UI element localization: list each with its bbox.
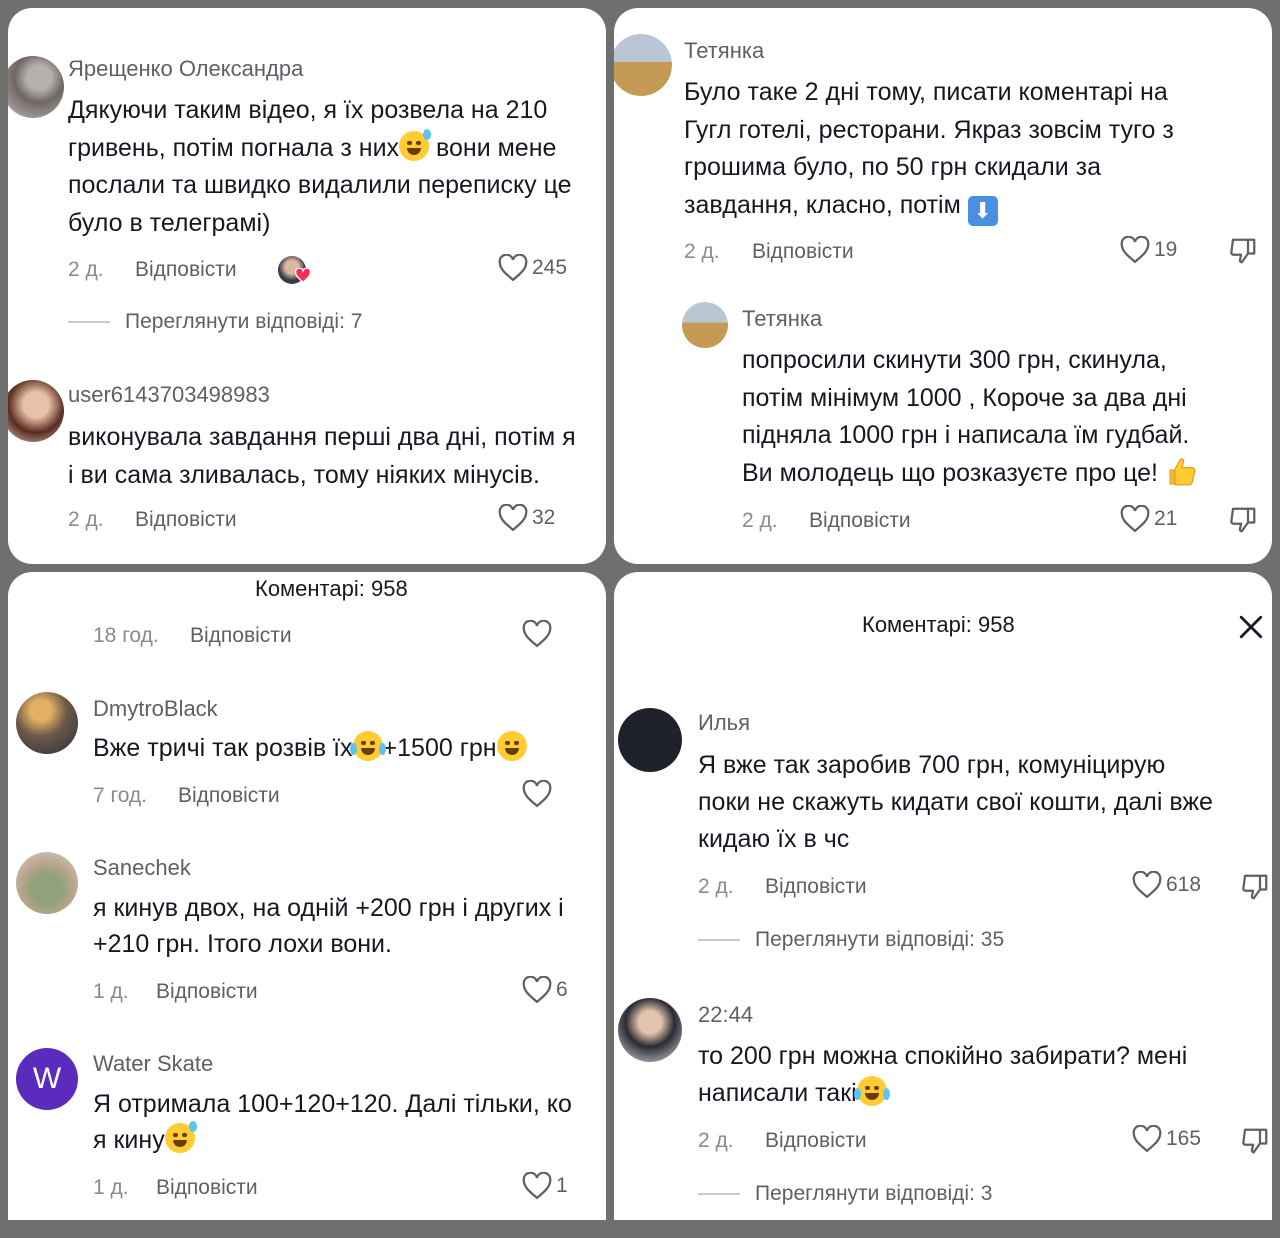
thumb-down-icon[interactable] <box>1240 872 1270 902</box>
tears-of-joy-emoji-icon <box>349 731 386 761</box>
like-count: 32 <box>532 506 556 529</box>
like-count: 6 <box>556 978 568 1001</box>
comment-time: 2 д. <box>698 1129 734 1152</box>
comments-panel-4: Коментарі: 958 Илья Я вже так заробив 70… <box>614 572 1272 1220</box>
close-icon[interactable] <box>1238 614 1264 640</box>
heart-outline-icon <box>498 254 528 282</box>
avatar[interactable] <box>8 380 64 442</box>
like-count: 1 <box>556 1174 568 1197</box>
comment-text: попросили скинути 300 грн, скинула, поті… <box>742 342 1199 492</box>
avatar-letter: W <box>32 1062 62 1095</box>
avatar[interactable] <box>618 708 682 772</box>
heart-outline-icon[interactable] <box>522 620 552 648</box>
reply-button[interactable]: Відповісти <box>190 624 292 648</box>
comment-username[interactable]: Тетянка <box>742 306 822 332</box>
comment-time: 2 д. <box>68 258 104 281</box>
like-count: 245 <box>532 256 568 279</box>
like-count: 618 <box>1166 873 1202 896</box>
comment-text: то 200 грн можна спокійно забирати? мені… <box>698 1042 1188 1107</box>
comment-text: Я отримала 100+120+120. Далі тільки, ко … <box>93 1090 572 1154</box>
comments-panel-3: Коментарі: 958 18 год. Відповісти Dmytro… <box>8 572 606 1220</box>
comment-text: Вже тричі так розвів їх +1500 грн <box>93 730 527 768</box>
sweat-smile-emoji-icon <box>164 1121 197 1153</box>
comment-username[interactable]: Илья <box>698 710 750 736</box>
like-button[interactable]: 1 <box>522 1172 568 1200</box>
comment-time: 7 год. <box>93 784 148 807</box>
thumb-down-icon[interactable] <box>1240 1126 1270 1156</box>
comment-text: Було таке 2 дні тому, писати коментарі н… <box>684 74 1174 226</box>
comment-time: 2 д. <box>698 875 734 898</box>
avatar[interactable] <box>8 56 64 118</box>
like-button[interactable]: 6 <box>522 976 568 1004</box>
comment-username[interactable]: 22:44 <box>698 1002 753 1028</box>
thumb-down-icon[interactable] <box>1228 505 1258 535</box>
like-count: 19 <box>1154 238 1178 261</box>
comment-username[interactable]: Ярещенко Олександра <box>68 56 303 82</box>
view-replies-button[interactable]: Переглянути відповіді: 7 <box>68 310 362 334</box>
comment-text: Дякуючи таким відео, я їх розвела на 210… <box>68 96 572 237</box>
heart-outline-icon <box>1120 505 1150 533</box>
down-arrow-emoji-icon: ⬇ <box>967 195 998 226</box>
heart-outline-icon <box>1120 236 1150 264</box>
heart-outline-icon <box>522 1172 552 1200</box>
comments-count-header: Коментарі: 958 <box>255 576 408 601</box>
comment-text: виконувала завдання перші два дні, потім… <box>68 423 576 489</box>
reply-button[interactable]: Відповісти <box>752 240 854 264</box>
comment-username[interactable]: Water Skate <box>93 1051 213 1077</box>
sweat-smile-emoji-icon <box>399 128 432 161</box>
comment-username[interactable]: Sanechek <box>93 855 191 881</box>
comments-count-header: Коментарі: 958 <box>862 612 1015 637</box>
comment-time: 18 год. <box>93 624 159 647</box>
reply-button[interactable]: Відповісти <box>135 508 237 532</box>
comments-panel-2: Тетянка Було таке 2 дні тому, писати ком… <box>614 8 1272 564</box>
heart-outline-icon <box>1132 871 1162 899</box>
reply-button[interactable]: Відповісти <box>809 509 911 533</box>
like-button[interactable]: 19 <box>1120 236 1177 264</box>
comment-time: 2 д. <box>684 240 720 263</box>
comment-time: 2 д. <box>742 509 778 532</box>
reply-button[interactable]: Відповісти <box>178 784 280 808</box>
comment-time: 2 д. <box>68 508 104 531</box>
heart-outline-icon[interactable] <box>522 780 552 808</box>
comment-username[interactable]: Тетянка <box>684 38 764 64</box>
avatar[interactable] <box>16 692 78 754</box>
comments-panel-1: Ярещенко Олександра Дякуючи таким відео,… <box>8 8 606 564</box>
heart-outline-icon <box>1132 1125 1162 1153</box>
reply-button[interactable]: Відповісти <box>156 980 258 1004</box>
heart-outline-icon <box>522 976 552 1004</box>
creator-heart-icon <box>295 268 311 283</box>
reply-button[interactable]: Відповісти <box>765 1129 867 1153</box>
like-button[interactable]: 245 <box>498 254 567 282</box>
tears-of-joy-emoji-icon <box>853 1076 890 1106</box>
comment-text: я кинув двох, на одній +200 грн і других… <box>93 894 564 958</box>
comment-username[interactable]: user6143703498983 <box>68 382 270 408</box>
view-replies-button[interactable]: Переглянути відповіді: 35 <box>698 928 1004 952</box>
avatar[interactable] <box>614 34 672 96</box>
like-button[interactable]: 32 <box>498 504 555 532</box>
avatar[interactable] <box>16 852 78 914</box>
thumb-down-icon[interactable] <box>1228 236 1258 266</box>
heart-outline-icon <box>498 504 528 532</box>
reply-button[interactable]: Відповісти <box>765 875 867 899</box>
comment-text: Я вже так заробив 700 грн, комуніцирую п… <box>698 751 1213 853</box>
reply-button[interactable]: Відповісти <box>135 258 237 282</box>
comment-time: 1 д. <box>93 1176 129 1199</box>
reply-button[interactable]: Відповісти <box>156 1176 258 1200</box>
view-replies-button[interactable]: Переглянути відповіді: 3 <box>698 1182 992 1206</box>
thumbs-up-emoji-icon <box>1169 458 1196 485</box>
like-count: 165 <box>1166 1127 1202 1150</box>
like-count: 21 <box>1154 507 1178 530</box>
comment-username[interactable]: DmytroBlack <box>93 696 218 722</box>
like-button[interactable]: 618 <box>1132 871 1201 899</box>
comment-time: 1 д. <box>93 980 129 1003</box>
like-button[interactable]: 165 <box>1132 1125 1201 1153</box>
avatar[interactable] <box>618 998 682 1062</box>
grinning-emoji-icon <box>496 731 527 761</box>
avatar[interactable] <box>682 302 728 348</box>
avatar[interactable]: W <box>16 1048 78 1110</box>
like-button[interactable]: 21 <box>1120 505 1177 533</box>
